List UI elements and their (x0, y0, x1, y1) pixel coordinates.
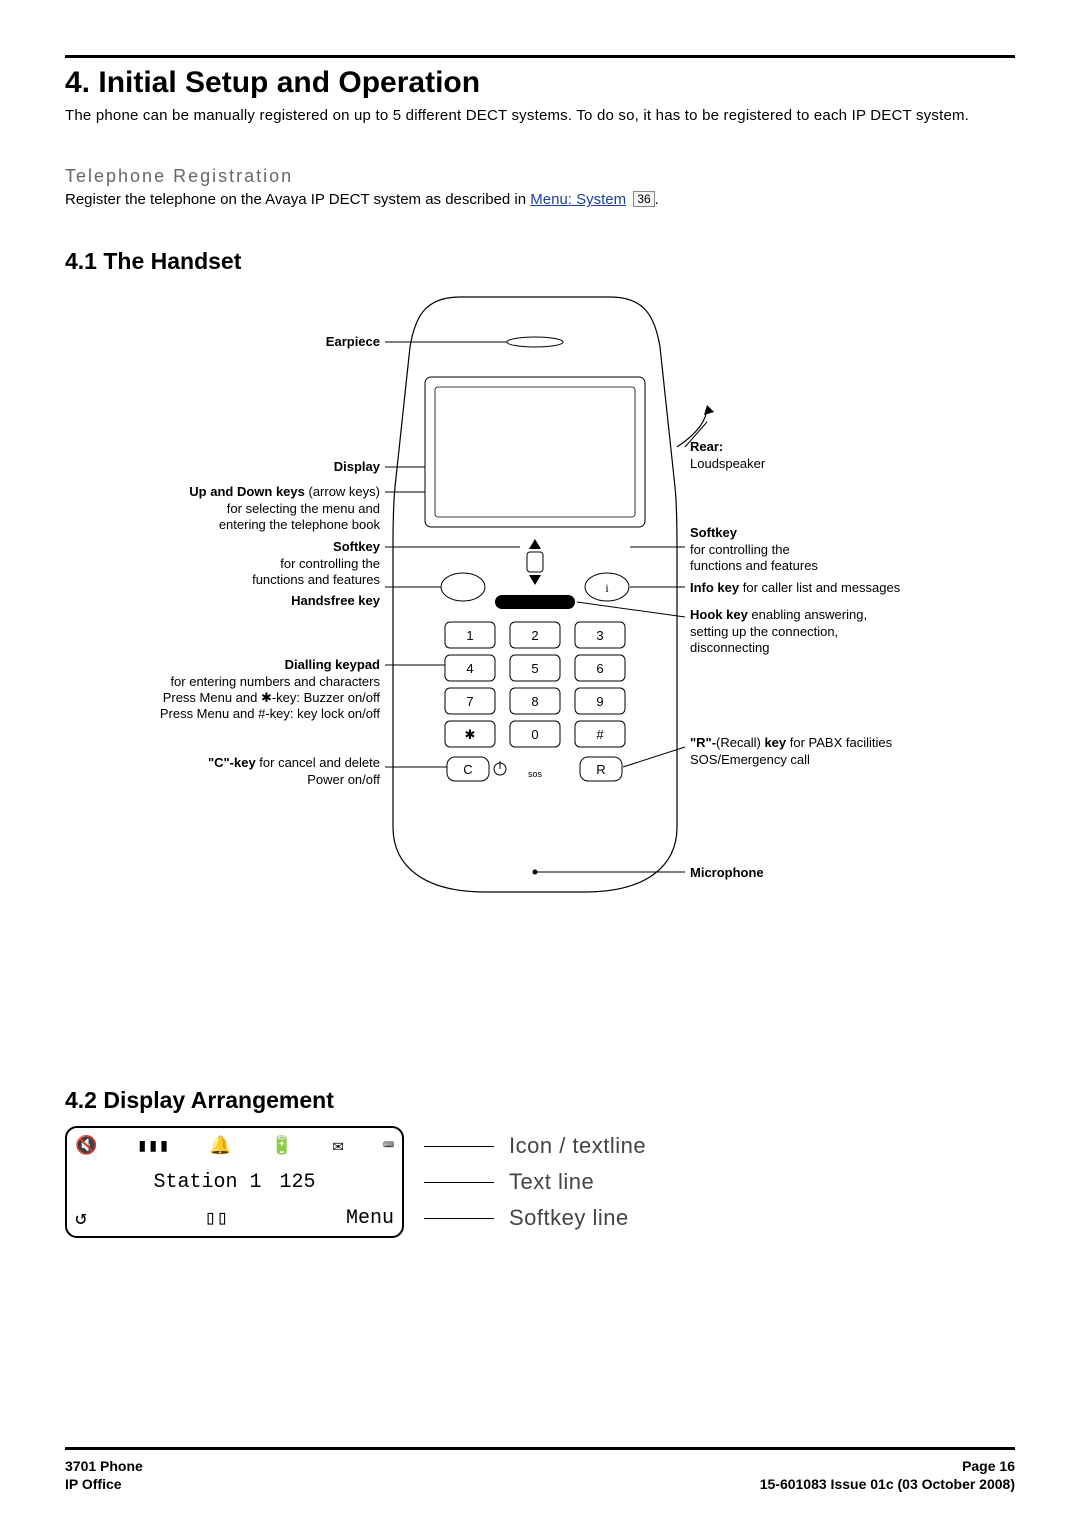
svg-text:✱: ✱ (465, 727, 476, 742)
svg-text:9: 9 (596, 694, 603, 709)
svg-text:sos: sos (528, 769, 543, 779)
label-mic: Microphone (690, 865, 890, 881)
svg-text:5: 5 (531, 661, 538, 676)
battery-icon: 🔋 (271, 1135, 293, 1157)
label-iconline: Icon / textline (509, 1133, 646, 1159)
label-rkey: "R"-(Recall) key for PABX facilities SOS… (690, 735, 920, 768)
svg-text:C: C (463, 762, 472, 777)
section-title: 4. Initial Setup and Operation (65, 66, 1015, 100)
book-icon: ▯▯ (204, 1205, 228, 1231)
label-ckey: "C"-key for cancel and delete Power on/o… (130, 755, 380, 788)
mute-icon: 🔇 (75, 1135, 97, 1157)
svg-text:4: 4 (466, 661, 473, 676)
label-textline: Text line (509, 1169, 594, 1195)
svg-text:7: 7 (466, 694, 473, 709)
label-updown: Up and Down keys (arrow keys) for select… (130, 484, 380, 533)
menu-softkey: Menu (346, 1207, 394, 1230)
station-number: 125 (280, 1171, 316, 1194)
footer-page-number: Page 16 (760, 1457, 1015, 1475)
svg-text:6: 6 (596, 661, 603, 676)
signal-icon: ▮▮▮ (137, 1135, 170, 1157)
menu-system-link[interactable]: Menu: System (530, 191, 626, 208)
display-text-line: Station 1 125 (67, 1164, 402, 1200)
station-name: Station 1 (153, 1171, 261, 1194)
label-softkeyline: Softkey line (509, 1205, 629, 1231)
footer-office: IP Office (65, 1475, 143, 1493)
handset-diagram: i 1 2 3 4 5 6 7 8 9 ✱ 0 # C R sos (125, 287, 945, 927)
footer-issue: 15-601083 Issue 01c (03 October 2008) (760, 1475, 1015, 1493)
telephone-registration-heading: Telephone Registration (65, 166, 1015, 187)
page-footer: 3701 Phone IP Office Page 16 15-601083 I… (65, 1457, 1015, 1493)
svg-text:i: i (605, 581, 609, 595)
label-info: Info key for caller list and messages (690, 580, 930, 596)
svg-text:1: 1 (466, 628, 473, 643)
reg-text-prefix: Register the telephone on the Avaya IP D… (65, 191, 530, 208)
handset-heading: 4.1 The Handset (65, 248, 1015, 275)
svg-text:0: 0 (531, 727, 538, 742)
label-softkey-left: Softkeyfor controlling the functions and… (130, 539, 380, 588)
label-dialling: Dialling keypadfor entering numbers and … (125, 657, 380, 722)
msg-icon: ✉ (333, 1135, 344, 1157)
display-softkey-line: ↺ ▯▯ Menu (67, 1200, 402, 1236)
footer-product: 3701 Phone (65, 1457, 143, 1475)
display-icon-line: 🔇 ▮▮▮ 🔔 🔋 ✉ ⌨ (67, 1128, 402, 1164)
svg-text:8: 8 (531, 694, 538, 709)
label-softkey-right: Softkeyfor controlling the functions and… (690, 525, 910, 574)
label-rear: Rear:Loudspeaker (690, 439, 910, 472)
display-arrangement-heading: 4.2 Display Arrangement (65, 1087, 1015, 1114)
svg-text:2: 2 (531, 628, 538, 643)
ring-icon: 🔔 (209, 1135, 231, 1157)
display-line-labels: Icon / textline Text line Softkey line (424, 1128, 646, 1236)
intro-paragraph: The phone can be manually registered on … (65, 106, 1015, 126)
label-earpiece: Earpiece (130, 334, 380, 350)
svg-text:3: 3 (596, 628, 603, 643)
keypad-icon: ⌨ (383, 1135, 394, 1157)
svg-text:#: # (596, 727, 604, 742)
telephone-registration-text: Register the telephone on the Avaya IP D… (65, 191, 1015, 208)
label-display: Display (130, 459, 380, 475)
display-arrangement-figure: 🔇 ▮▮▮ 🔔 🔋 ✉ ⌨ Station 1 125 ↺ ▯▯ Menu Ic… (65, 1126, 1015, 1238)
redial-icon: ↺ (75, 1205, 87, 1231)
label-hook: Hook key enabling answering, setting up … (690, 607, 920, 656)
page-ref-badge: 36 (633, 191, 654, 207)
svg-text:R: R (596, 762, 605, 777)
phone-display: 🔇 ▮▮▮ 🔔 🔋 ✉ ⌨ Station 1 125 ↺ ▯▯ Menu (65, 1126, 404, 1238)
label-handsfree: Handsfree key (130, 593, 380, 609)
